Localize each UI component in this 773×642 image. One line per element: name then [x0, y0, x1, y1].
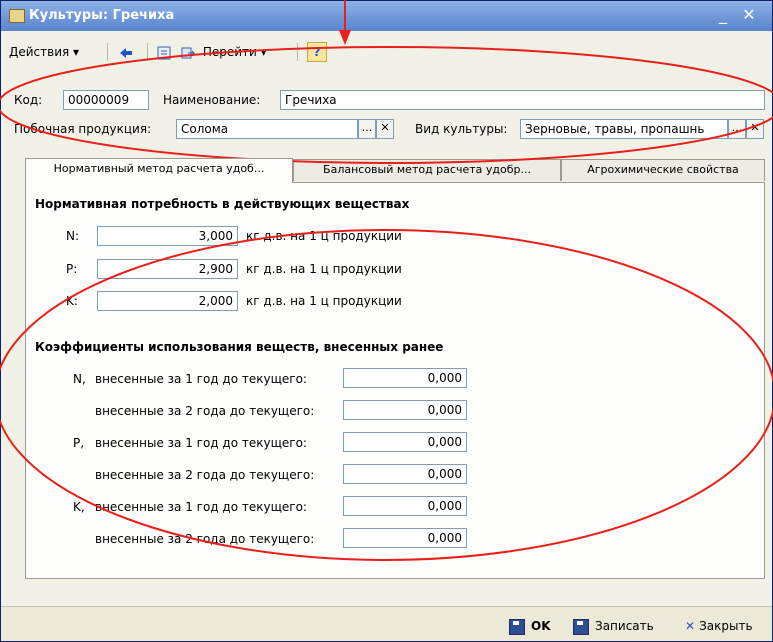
ok-button[interactable]: OK [509, 616, 551, 636]
minimize-button[interactable]: _ [713, 5, 733, 25]
coef-row-label: внесенные за 1 год до текущего: [95, 372, 307, 386]
coef-k-year1-field[interactable]: 0,000 [343, 496, 467, 516]
structure-icon[interactable] [157, 42, 171, 62]
save-button[interactable]: Записать [573, 616, 654, 636]
close-icon: ✕ [685, 619, 696, 633]
save-close-icon [509, 618, 525, 635]
coef-p-year1-field[interactable]: 0,000 [343, 432, 467, 452]
tab-panel: Нормативная потребность в действующих ве… [25, 182, 765, 579]
norm-n-label: N: [66, 229, 80, 243]
culture-type-clear-button[interactable]: ✕ [746, 119, 764, 139]
coef-section-title: Коэффициенты использования веществ, внес… [35, 340, 444, 354]
coef-p-year2-field[interactable]: 0,000 [343, 464, 467, 484]
bottom-bar: OK Записать ✕ Закрыть [1, 606, 772, 641]
coef-n-year1-field[interactable]: 0,000 [343, 368, 467, 388]
byproduct-clear-button[interactable]: ✕ [376, 119, 394, 139]
tab-agrochemical-properties[interactable]: Агрохимические свойства [561, 159, 765, 181]
title-bar: Культуры: Гречиха _ ✕ [1, 1, 772, 31]
toolbar: Действия ▾ Перейти ▾ ? [1, 39, 772, 65]
norm-p-label: P: [66, 262, 78, 276]
toolbar-separator [297, 43, 298, 61]
tab-balance-method[interactable]: Балансовый метод расчета удобр... [293, 159, 561, 181]
norm-n-field[interactable]: 3,000 [97, 226, 238, 246]
norm-k-unit: кг д.в. на 1 ц продукции [246, 294, 402, 308]
code-label: Код: [14, 93, 43, 107]
name-field[interactable]: Гречиха [280, 90, 765, 110]
norm-p-unit: кг д.в. на 1 ц продукции [246, 262, 402, 276]
actions-label: Действия [9, 45, 70, 59]
goto-menu[interactable]: Перейти ▾ [181, 42, 267, 62]
byproduct-select-button[interactable]: ... [358, 119, 376, 139]
norm-k-field[interactable]: 2,000 [97, 291, 238, 311]
culture-type-field[interactable]: Зерновые, травы, пропашнь [520, 119, 728, 139]
floppy-icon [573, 618, 589, 635]
close-label: Закрыть [699, 619, 753, 633]
coef-row-label: внесенные за 1 год до текущего: [95, 436, 307, 450]
catalog-icon [9, 9, 25, 23]
coef-row-label: внесенные за 1 год до текущего: [95, 500, 307, 514]
ok-label: OK [531, 619, 551, 633]
save-label: Записать [595, 619, 654, 633]
actions-menu[interactable]: Действия ▾ [9, 42, 79, 62]
goto-label: Перейти [202, 45, 257, 59]
coef-row-label: внесенные за 2 года до текущего: [95, 404, 315, 418]
coef-k-year2-field[interactable]: 0,000 [343, 528, 467, 548]
norm-k-label: K: [66, 294, 78, 308]
culture-type-select-button[interactable]: ... [728, 119, 746, 139]
goto-icon [181, 47, 195, 58]
main-window: Культуры: Гречиха _ ✕ Действия ▾ Перейти… [0, 0, 773, 642]
coef-element-label: N, [73, 372, 86, 386]
coef-element-label: P, [73, 436, 85, 450]
byproduct-label: Побочная продукция: [14, 122, 152, 136]
culture-type-label: Вид культуры: [415, 122, 508, 136]
coef-element-label: K, [73, 500, 85, 514]
toolbar-separator [107, 43, 108, 61]
tab-normative-method[interactable]: Нормативный метод расчета удоб... [25, 158, 293, 183]
norm-p-field[interactable]: 2,900 [97, 259, 238, 279]
close-button[interactable]: ✕ Закрыть [685, 616, 753, 636]
norm-section-title: Нормативная потребность в действующих ве… [35, 197, 410, 211]
norm-n-unit: кг д.в. на 1 ц продукции [246, 229, 402, 243]
coef-n-year2-field[interactable]: 0,000 [343, 400, 467, 420]
close-window-button[interactable]: ✕ [739, 5, 759, 25]
toolbar-separator [147, 43, 148, 61]
code-field[interactable]: 00000009 [63, 90, 149, 110]
back-arrow-icon[interactable] [119, 42, 133, 62]
coef-row-label: внесенные за 2 года до текущего: [95, 468, 315, 482]
coef-row-label: внесенные за 2 года до текущего: [95, 532, 315, 546]
byproduct-field[interactable]: Солома [176, 119, 358, 139]
window-title: Культуры: Гречиха [29, 8, 175, 23]
name-label: Наименование: [163, 93, 261, 107]
help-button[interactable]: ? [307, 42, 327, 62]
